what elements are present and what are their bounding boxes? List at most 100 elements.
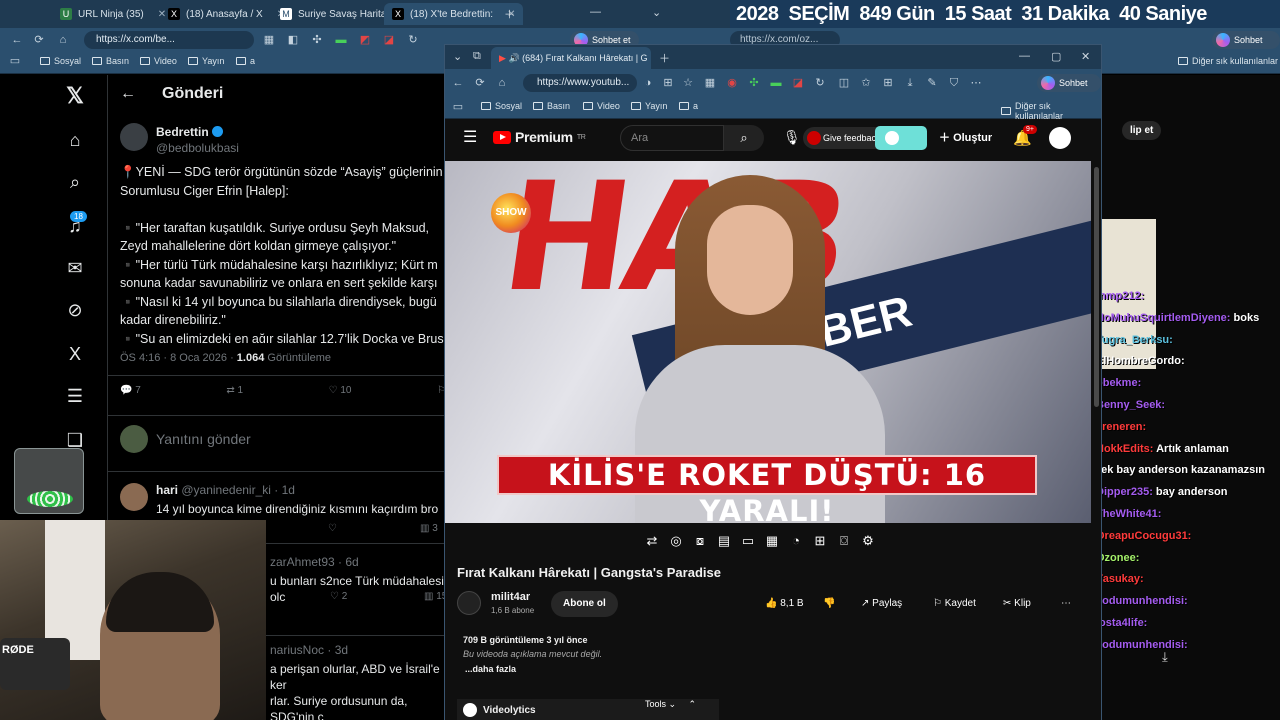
create-button[interactable]: ＋ Oluştur bbox=[939, 127, 992, 149]
ambient-icon[interactable]: ◎ bbox=[669, 533, 683, 549]
extension-icon[interactable]: ▬ bbox=[769, 76, 783, 90]
minimize-icon[interactable]: — bbox=[1019, 50, 1030, 62]
home-icon[interactable]: ⌂ bbox=[56, 33, 70, 47]
back-icon[interactable]: ← bbox=[451, 76, 465, 90]
search-input[interactable]: Ara bbox=[620, 125, 724, 151]
like-button[interactable]: 👍 8,1 B bbox=[765, 593, 804, 615]
grok-icon[interactable]: ⊘ bbox=[64, 299, 86, 321]
extension-icon[interactable]: ◪ bbox=[382, 33, 396, 47]
bookmark-folder[interactable]: Yayın bbox=[631, 101, 667, 111]
bookmark-folder[interactable]: a bbox=[679, 101, 698, 111]
extension-icon[interactable]: ▦ bbox=[703, 76, 717, 90]
downloads-icon[interactable]: ⤓ bbox=[903, 76, 917, 90]
chat-username[interactable]: OreapuCocugu31: bbox=[1096, 530, 1191, 542]
back-icon[interactable]: ← bbox=[10, 33, 24, 47]
bookmark-folder[interactable]: Basın bbox=[533, 101, 570, 111]
views-count[interactable]: ▥ 3 bbox=[420, 523, 438, 534]
minimize-icon[interactable]: — bbox=[590, 6, 601, 18]
post-author[interactable]: Bedrettin @bedbolukbasi bbox=[120, 123, 239, 155]
home-icon[interactable]: ⌂ bbox=[495, 76, 509, 90]
chat-username[interactable]: TheWhite41: bbox=[1096, 508, 1161, 520]
video-player[interactable]: HAB HABER SHOW KİLİS'E ROKET DÜŞTÜ: 16 Y… bbox=[445, 161, 1091, 523]
bookmark-folder[interactable]: Yayın bbox=[188, 56, 224, 66]
bookmark-folder[interactable]: Video bbox=[140, 56, 177, 66]
like-button[interactable]: ♡ 2 bbox=[330, 591, 347, 602]
chat-username[interactable]: mmp212: bbox=[1096, 290, 1144, 302]
like-button[interactable]: ♡ 10 bbox=[329, 385, 352, 396]
search-icon[interactable]: ⌕ bbox=[724, 125, 764, 151]
more-actions-icon[interactable]: ⋯ bbox=[1061, 593, 1071, 615]
microphone-icon[interactable]: 🎙 bbox=[783, 129, 801, 146]
author-name[interactable]: Bedrettin bbox=[156, 125, 209, 139]
extension-icon[interactable]: ◧ bbox=[286, 33, 300, 47]
bookmark-folder[interactable]: a bbox=[236, 56, 255, 66]
loop-icon[interactable]: ⇄ bbox=[645, 533, 659, 549]
favorite-star-icon[interactable]: ☆ bbox=[681, 76, 695, 90]
tab-youtube[interactable]: ▶ 🔊 (684) Fırat Kalkanı Hârekatı | G bbox=[491, 47, 651, 69]
reply-composer[interactable]: Yanıtını gönder bbox=[120, 425, 251, 453]
save-button[interactable]: ⚐ Kaydet bbox=[933, 593, 976, 615]
extensions-icon[interactable]: ✎ bbox=[925, 76, 939, 90]
chat-username[interactable]: Dipper235: bbox=[1096, 486, 1156, 498]
pip-icon[interactable]: ▭ bbox=[741, 533, 755, 549]
channel-name[interactable]: milit4ar bbox=[491, 591, 530, 603]
chat-username[interactable]: ElHombreGordo: bbox=[1096, 355, 1185, 367]
bookmark-folder[interactable]: Video bbox=[583, 101, 620, 111]
close-window-icon[interactable]: ✕ bbox=[1081, 50, 1090, 63]
mail-icon[interactable]: ✉ bbox=[64, 257, 86, 279]
chat-username[interactable]: Ozonee: bbox=[1096, 552, 1139, 564]
show-more-link[interactable]: ...daha fazla bbox=[465, 664, 1077, 674]
clapper-icon[interactable]: ▤ bbox=[717, 533, 731, 549]
chat-username[interactable]: losta4life: bbox=[1096, 617, 1147, 629]
speed-icon[interactable]: ◔ bbox=[789, 533, 803, 549]
avatar[interactable] bbox=[120, 483, 148, 511]
address-bar[interactable]: https://x.com/be... bbox=[84, 31, 254, 49]
scrollbar-thumb[interactable] bbox=[1094, 167, 1099, 407]
channel-avatar[interactable] bbox=[457, 591, 481, 615]
extension-icon[interactable]: ▬ bbox=[334, 33, 348, 47]
reply-placeholder[interactable]: Yanıtını gönder bbox=[156, 431, 251, 447]
like-icon[interactable]: ♡ bbox=[328, 523, 337, 534]
tab-url-ninja[interactable]: U URL Ninja (35) ✕ bbox=[52, 3, 174, 25]
chat-username[interactable]: ereneren: bbox=[1096, 421, 1146, 433]
sohbet-button[interactable]: Sohbet et bbox=[1037, 74, 1101, 106]
extension-icon[interactable]: ⊞ bbox=[661, 76, 675, 90]
chat-username[interactable]: Yasukay: bbox=[1096, 573, 1144, 585]
home-icon[interactable]: ⌂ bbox=[64, 129, 86, 151]
reply-item[interactable]: hari @yaninedenir_ki · 1d 14 yıl boyunca… bbox=[120, 483, 450, 534]
new-tab-icon[interactable]: ＋ bbox=[504, 6, 515, 22]
tools-dropdown[interactable]: Tools ⌄ ⌃ bbox=[645, 699, 696, 710]
search-icon[interactable]: ⌕ bbox=[64, 171, 86, 193]
extension-icon[interactable]: ◩ bbox=[358, 33, 372, 47]
screenshot-icon[interactable]: ⧇ bbox=[693, 533, 707, 549]
favorites-icon[interactable]: ✩ bbox=[859, 76, 873, 90]
chat-username[interactable]: obekme: bbox=[1096, 377, 1141, 389]
avatar[interactable] bbox=[1049, 127, 1071, 149]
settings-gear-icon[interactable]: ⚙ bbox=[861, 533, 875, 549]
workspaces-icon[interactable]: ⧉ bbox=[473, 50, 481, 63]
reload-icon[interactable]: ⟳ bbox=[32, 33, 46, 47]
collections-icon[interactable]: ⊞ bbox=[881, 76, 895, 90]
split-screen-icon[interactable]: ◫ bbox=[837, 76, 851, 90]
bookmark-folder[interactable]: Sosyal bbox=[481, 101, 522, 111]
author-handle[interactable]: @bedbolukbasi bbox=[156, 141, 239, 155]
chat-username[interactable]: kodumunhendisi: bbox=[1096, 639, 1188, 651]
extension-icon[interactable]: ↻ bbox=[813, 76, 827, 90]
hamburger-menu-icon[interactable]: ☰ bbox=[463, 127, 477, 147]
clip-button[interactable]: lip et bbox=[1122, 121, 1162, 140]
extension-icon[interactable]: ◑ bbox=[641, 76, 655, 90]
tab-menu-icon[interactable]: ⌄ bbox=[652, 6, 661, 19]
avatar[interactable] bbox=[120, 123, 148, 151]
camera-icon[interactable]: ⌼ bbox=[837, 533, 851, 549]
share-button[interactable]: ↗ Paylaş bbox=[861, 593, 902, 615]
chat-username[interactable]: kodumunhendisi: bbox=[1096, 595, 1188, 607]
dislike-button[interactable]: 👎 bbox=[823, 593, 835, 615]
shield-icon[interactable]: ⛉ bbox=[947, 76, 961, 90]
tab-menu-icon[interactable]: ⌄ bbox=[453, 50, 462, 63]
new-tab-icon[interactable]: ＋ bbox=[659, 50, 670, 66]
maximize-icon[interactable]: ▢ bbox=[1051, 50, 1061, 63]
tab-x-bedrettin[interactable]: X (18) X'te Bedrettin: ✕ bbox=[384, 3, 524, 25]
more-icon[interactable]: ⋯ bbox=[969, 76, 983, 90]
chat-username[interactable]: Tugra_Berksu: bbox=[1096, 334, 1173, 346]
give-feedback-button[interactable]: Give feedback bbox=[803, 127, 887, 149]
